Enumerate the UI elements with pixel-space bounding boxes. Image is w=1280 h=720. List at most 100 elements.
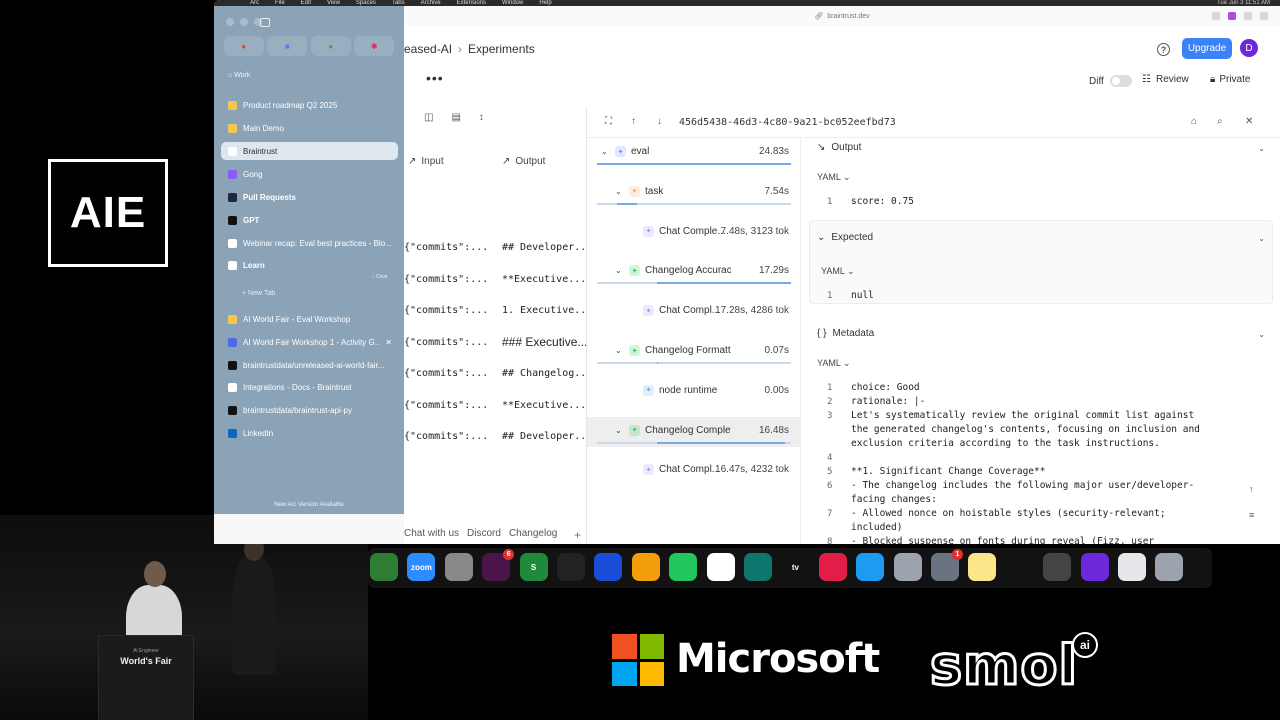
dock-app-icon[interactable]	[370, 553, 398, 581]
sidebar-tab[interactable]: braintrustdata/unreleased-ai-world-fair.…	[221, 356, 398, 374]
dock-app-icon[interactable]: S	[519, 553, 548, 581]
favorite-gmail[interactable]: ●	[223, 36, 264, 56]
trace-span[interactable]: ⌄ ✦ Changelog Completen... 16.48s	[587, 416, 801, 447]
sidebar-item[interactable]: Product roadmap Q2 2025	[221, 96, 398, 114]
footer-link[interactable]: Changelog	[509, 528, 557, 539]
new-tab-button[interactable]: + New Tab	[242, 290, 275, 297]
dock-app-icon[interactable]: zoom	[407, 553, 436, 581]
column-header-output[interactable]: ↗ Output	[502, 156, 545, 167]
sidebar-toggle-icon[interactable]	[260, 18, 270, 27]
sidebar-item[interactable]: Webinar recap: Eval best practices - Blo…	[221, 234, 398, 252]
dock-app-icon[interactable]	[669, 553, 698, 581]
review-button[interactable]: ☷ Review	[1142, 74, 1189, 85]
chevron-down-icon[interactable]: ⌄	[615, 346, 622, 355]
sidebar-item[interactable]: Gong	[221, 165, 398, 183]
sidebar-tab[interactable]: AI World Fair - Eval Workshop	[221, 310, 398, 328]
help-icon[interactable]: ?	[1157, 43, 1170, 56]
favorite-calendar[interactable]: ■	[267, 36, 308, 56]
arc-update-notice[interactable]: New Arc Version Available	[214, 502, 404, 508]
sidebar-tab[interactable]: AI World Fair Workshop 1 - Activity G...…	[221, 333, 398, 351]
arrow-up-icon[interactable]: ↑	[631, 116, 636, 127]
extension-icon[interactable]	[1212, 12, 1220, 20]
diff-toggle[interactable]	[1110, 75, 1132, 87]
url-bar[interactable]: 🔗︎ braintrust.dev	[404, 6, 1280, 26]
expected-format-select[interactable]: YAML ⌄	[821, 266, 855, 277]
breadcrumb-experiments[interactable]: Experiments	[468, 42, 535, 56]
dock-app-icon[interactable]: tv	[781, 553, 810, 581]
dock-app-icon[interactable]	[744, 553, 772, 581]
dock-app-icon[interactable]	[1043, 553, 1072, 581]
dock-app-icon[interactable]	[1005, 553, 1034, 581]
dock-app-icon[interactable]	[631, 553, 660, 581]
chevron-down-icon[interactable]: ⌄	[1258, 144, 1265, 153]
avatar[interactable]: D	[1240, 39, 1258, 57]
trace-span[interactable]: ✦ Chat Comple... 7.48s, 3123 tok	[587, 218, 801, 248]
table-row[interactable]: {"commits":... ## Developer...	[404, 232, 594, 264]
dock-app-icon[interactable]	[893, 553, 922, 581]
chevron-down-icon[interactable]: ⌄	[615, 266, 622, 275]
dock-app-icon[interactable]	[1155, 553, 1184, 581]
extension-icon[interactable]	[1260, 12, 1268, 20]
footer-link[interactable]: Discord	[467, 528, 501, 539]
close-window-button[interactable]	[226, 18, 234, 26]
metadata-format-select[interactable]: YAML ⌄	[817, 358, 851, 369]
table-row[interactable]: {"commits":... ## Developer...	[404, 421, 594, 453]
private-button[interactable]: 🔒︎ Private	[1210, 74, 1250, 85]
output-format-select[interactable]: YAML ⌄	[817, 172, 851, 183]
scroll-top-icon[interactable]: ↑	[1249, 484, 1254, 494]
dock-app-icon[interactable]	[557, 553, 585, 581]
extension-icon[interactable]	[1244, 12, 1252, 20]
chevron-down-icon[interactable]: ⌄	[1258, 234, 1265, 243]
dock-app-icon[interactable]: 1	[931, 549, 963, 581]
breadcrumb-project[interactable]: eased-AI	[404, 42, 452, 56]
columns-icon[interactable]: ◫	[424, 112, 433, 123]
favorite-chat[interactable]: ●	[310, 36, 351, 56]
table-row[interactable]: {"commits":... ## Changelog...	[404, 358, 594, 390]
search-icon[interactable]: ⌕	[1217, 116, 1223, 127]
minimize-window-button[interactable]	[240, 18, 248, 26]
trace-span[interactable]: ✦ node runtime 0.00s	[587, 377, 801, 407]
sidebar-tab[interactable]: LinkedIn	[221, 424, 398, 442]
dock-app-icon[interactable]: 6	[482, 549, 515, 581]
chevron-down-icon[interactable]: ⌄	[1258, 330, 1265, 339]
upgrade-button[interactable]: Upgrade	[1182, 38, 1232, 59]
trace-span[interactable]: ⌄ ✦ eval 24.83s	[587, 138, 801, 168]
sidebar-item[interactable]: GPT	[221, 211, 398, 229]
dock-app-icon[interactable]	[706, 553, 735, 581]
dock-app-icon[interactable]	[818, 553, 847, 581]
trace-span[interactable]: ✦ Chat Compl... 17.28s, 4286 tok	[587, 297, 801, 327]
dock-app-icon[interactable]	[444, 553, 473, 581]
expected-section-header[interactable]: ⌄ Expected	[817, 232, 873, 243]
metadata-section-header[interactable]: { } Metadata	[817, 328, 874, 339]
list-icon[interactable]: ≡	[1249, 510, 1254, 520]
dock-app-icon[interactable]	[856, 553, 885, 581]
table-row[interactable]: {"commits":... ### Executive...	[404, 327, 594, 359]
dock-app-icon[interactable]	[968, 553, 997, 581]
chevron-down-icon[interactable]: ⌄	[615, 426, 622, 435]
sidebar-item[interactable]: Braintrust	[221, 142, 398, 160]
column-header-input[interactable]: ↗ Input	[408, 156, 444, 167]
more-options-icon[interactable]: •••	[426, 70, 444, 86]
trace-span[interactable]: ✦ Chat Compl... 16.47s, 4232 tok	[587, 456, 801, 486]
trace-span[interactable]: ⌄ ✦ task 7.54s	[587, 178, 801, 208]
favorite-slack[interactable]: ✱	[354, 36, 395, 56]
trace-span[interactable]: ⌄ ✦ Changelog Formatting S... 0.07s	[587, 337, 801, 367]
dock-app-icon[interactable]	[594, 553, 623, 581]
dock-app-icon[interactable]	[1118, 553, 1146, 581]
chevron-down-icon[interactable]: ⌄	[615, 187, 622, 196]
arrow-down-icon[interactable]: ↓	[657, 116, 662, 127]
tag-icon[interactable]: ⌂	[1191, 116, 1197, 127]
table-row[interactable]: {"commits":... 1. Executive...	[404, 295, 594, 327]
expand-icon[interactable]: ⛶	[605, 116, 612, 127]
sidebar-item[interactable]: Main Demo	[221, 119, 398, 137]
table-row[interactable]: {"commits":... **Executive...	[404, 264, 594, 296]
add-icon[interactable]: +	[574, 528, 581, 542]
dock-app-icon[interactable]	[1080, 553, 1109, 581]
table-row[interactable]: {"commits":... **Executive...	[404, 390, 594, 422]
clear-tabs-button[interactable]: ↓ Clear	[372, 274, 388, 280]
layout-icon[interactable]: ▤	[451, 112, 460, 123]
output-section-header[interactable]: ↘ Output	[817, 142, 861, 153]
close-icon[interactable]: ✕	[1245, 116, 1253, 127]
footer-link[interactable]: Chat with us	[404, 528, 459, 539]
chevron-down-icon[interactable]: ⌄	[601, 147, 608, 156]
